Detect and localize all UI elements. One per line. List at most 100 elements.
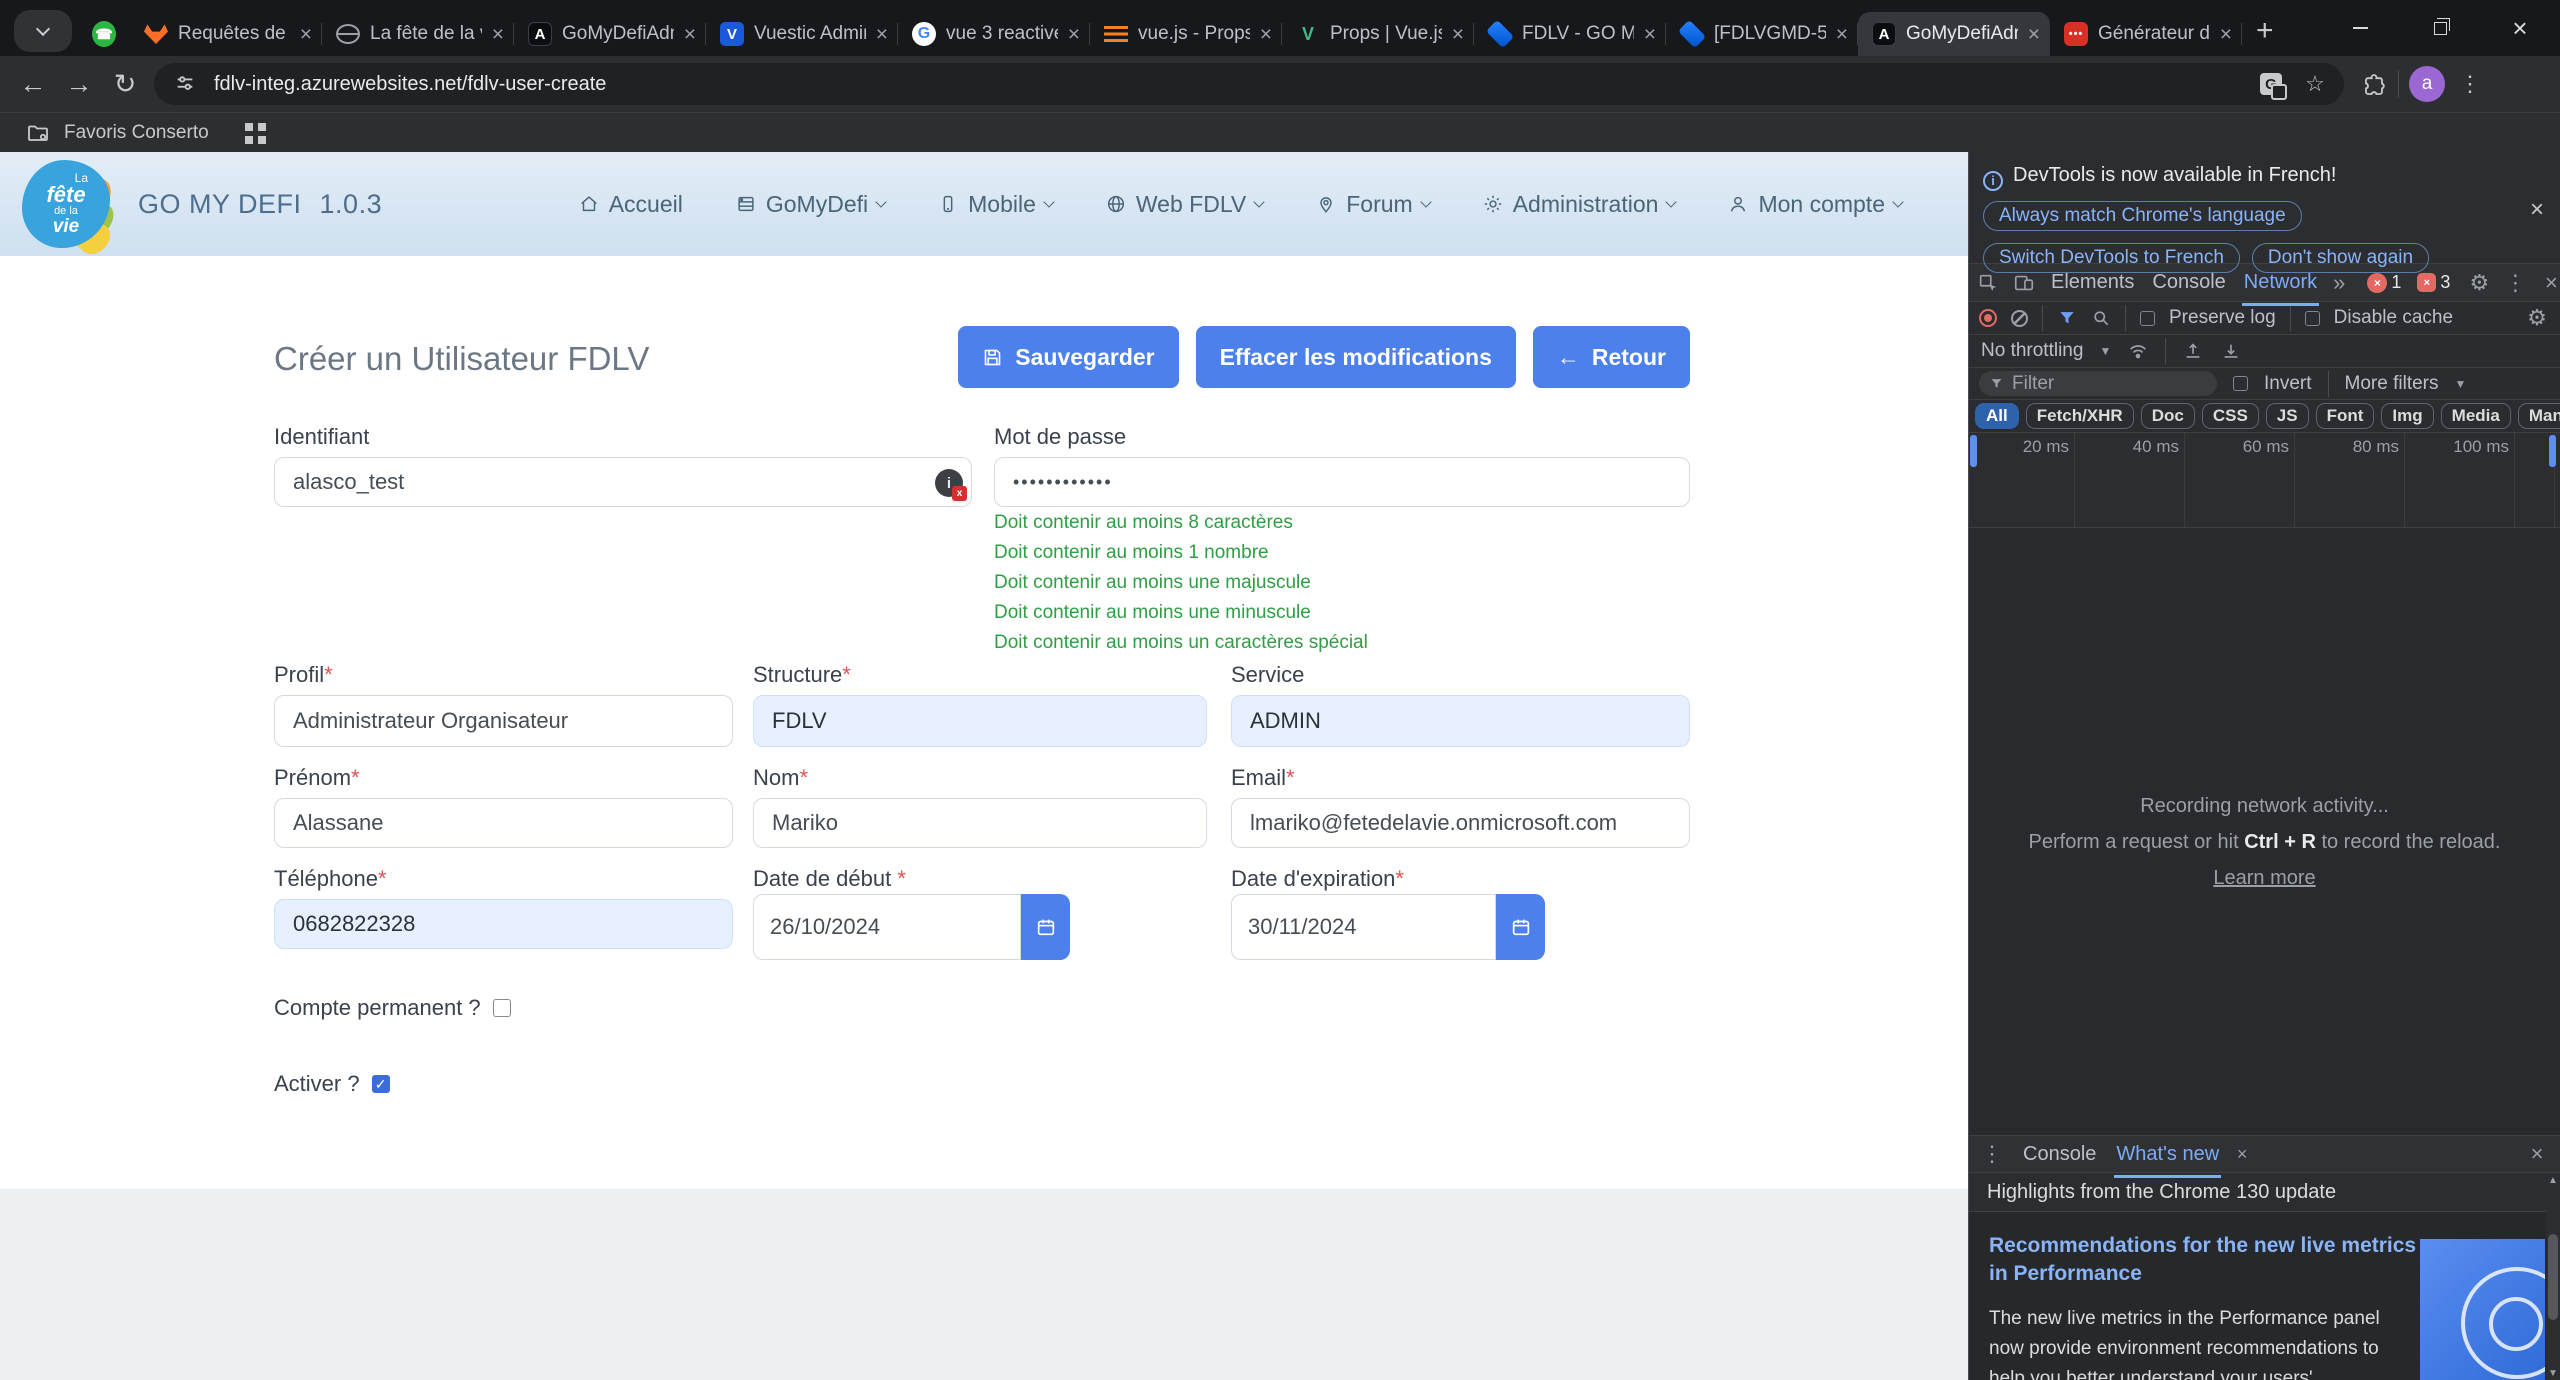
site-settings-icon[interactable] [170, 69, 200, 99]
preserve-log-checkbox[interactable] [2140, 310, 2155, 326]
close-window-button[interactable]: × [2480, 0, 2560, 56]
chip-doc[interactable]: Doc [2140, 403, 2195, 429]
invert-label[interactable]: Invert [2264, 373, 2312, 395]
browser-tab[interactable]: FDLV - GO My D × [1474, 12, 1666, 56]
forward-button[interactable]: → [56, 61, 102, 107]
clear-network-icon[interactable] [2011, 309, 2028, 327]
bookmark-folder-icon[interactable] [26, 121, 50, 145]
browser-tab[interactable]: La fête de la vie × [322, 12, 514, 56]
network-conditions-icon[interactable] [2127, 340, 2149, 362]
chip-js[interactable]: JS [2265, 403, 2309, 429]
invert-checkbox[interactable] [2233, 376, 2248, 391]
chip-img[interactable]: Img [2381, 403, 2434, 429]
tab-close-icon[interactable]: × [2220, 24, 2232, 45]
activer-checkbox[interactable]: ✓ [371, 1075, 390, 1093]
nav-item-accueil[interactable]: Accueil [578, 191, 683, 218]
back-button[interactable]: ← [10, 61, 56, 107]
tab-close-icon[interactable]: × [684, 24, 696, 45]
chip-css[interactable]: CSS [2201, 403, 2259, 429]
inspect-element-icon[interactable] [1977, 270, 1999, 296]
date-expiration-input[interactable]: 30/11/2024 [1231, 894, 1496, 960]
tab-close-icon[interactable]: × [1836, 24, 1848, 45]
export-har-icon[interactable] [2220, 340, 2242, 362]
restore-button[interactable] [2400, 0, 2480, 56]
new-tab-button[interactable]: + [2256, 14, 2274, 48]
overview-left-handle[interactable] [1970, 435, 1977, 467]
clear-button[interactable]: Effacer les modifications [1195, 326, 1516, 388]
telephone-input[interactable]: 0682822328 [274, 899, 733, 949]
preserve-log-label[interactable]: Preserve log [2169, 307, 2276, 329]
drawer-tab-whats-new[interactable]: What's new [2114, 1138, 2221, 1178]
bookmark-folder-label[interactable]: Favoris Conserto [64, 122, 209, 144]
browser-menu-icon[interactable]: ⋮ [2455, 69, 2485, 99]
nav-item-mobile[interactable]: Mobile [937, 191, 1055, 218]
disable-cache-label[interactable]: Disable cache [2334, 307, 2453, 329]
minimize-button[interactable] [2320, 0, 2400, 56]
reload-button[interactable]: ↻ [102, 61, 148, 107]
scroll-up-icon[interactable]: ▲ [2548, 1175, 2558, 1186]
network-settings-icon[interactable]: ⚙ [2524, 305, 2550, 331]
error-badge[interactable]: × 1 [2367, 272, 2403, 293]
extensions-puzzle-icon[interactable] [2358, 69, 2388, 99]
nav-item-administration[interactable]: Administration [1482, 191, 1678, 218]
browser-tab[interactable]: Gvue 3 reactive pr × [898, 12, 1090, 56]
tab-close-icon[interactable]: × [1644, 24, 1656, 45]
pinned-tab-whatsapp[interactable]: ☎ [78, 12, 130, 56]
nav-item-mon-compte[interactable]: Mon compte [1727, 191, 1904, 218]
drawer-tab-close-icon[interactable]: × [2229, 1141, 2255, 1167]
disable-cache-checkbox[interactable] [2304, 310, 2320, 326]
devtools-settings-icon[interactable]: ⚙ [2466, 270, 2492, 296]
scrollbar-thumb[interactable] [2548, 1234, 2558, 1320]
more-tabs-icon[interactable]: » [2333, 270, 2345, 296]
apps-grid-icon[interactable] [244, 123, 253, 131]
nav-item-gomydefi[interactable]: GoMyDefi [735, 191, 887, 218]
browser-tab[interactable]: V Vuestic Admin × [706, 12, 898, 56]
tab-search-button[interactable] [14, 10, 72, 52]
chip-media[interactable]: Media [2440, 403, 2511, 429]
match-language-button[interactable]: Always match Chrome's language [1983, 200, 2302, 231]
drawer-scrollbar[interactable]: ▲ ▼ [2546, 1173, 2560, 1380]
date-debut-calendar-button[interactable] [1021, 894, 1070, 960]
nom-input[interactable]: Mariko [753, 798, 1207, 848]
tab-close-icon[interactable]: × [876, 24, 888, 45]
tab-network[interactable]: Network [2241, 266, 2320, 306]
identifiant-input[interactable]: alasco_test i [274, 457, 972, 507]
infobar-close-icon[interactable]: × [2530, 196, 2544, 224]
import-har-icon[interactable] [2182, 340, 2204, 362]
tab-close-icon[interactable]: × [1260, 24, 1272, 45]
throttling-select[interactable]: No throttling [1981, 340, 2083, 362]
chip-all[interactable]: All [1975, 403, 2019, 429]
bookmark-star-icon[interactable]: ☆ [2300, 69, 2330, 99]
url-text[interactable]: fdlv-integ.azurewebsites.net/fdlv-user-c… [214, 73, 2242, 96]
browser-tab[interactable]: [FDLVGMD-552] × [1666, 12, 1858, 56]
browser-tab[interactable]: A GoMyDefiAdmin × [514, 12, 706, 56]
date-expiration-calendar-button[interactable] [1496, 894, 1545, 960]
nav-item-forum[interactable]: Forum [1315, 191, 1432, 218]
prenom-input[interactable]: Alassane [274, 798, 733, 848]
browser-tab[interactable]: Requêtes de fusi × [130, 12, 322, 56]
nav-item-web-fdlv[interactable]: Web FDLV [1105, 191, 1265, 218]
save-button[interactable]: Sauvegarder [958, 326, 1179, 388]
compte-permanent-checkbox[interactable] [492, 999, 511, 1017]
profil-input[interactable]: Administrateur Organisateur [274, 695, 733, 747]
browser-tab[interactable]: ••• Générateur de m × [2050, 12, 2242, 56]
network-overview-timeline[interactable]: 20 ms 40 ms 60 ms 80 ms 100 ms [1969, 433, 2560, 528]
tab-close-icon[interactable]: × [492, 24, 504, 45]
devtools-menu-icon[interactable]: ⋮ [2502, 270, 2528, 296]
device-toolbar-icon[interactable] [2013, 270, 2035, 296]
overview-right-handle[interactable] [2549, 435, 2556, 467]
browser-tab[interactable]: V Props | Vue.js × [1282, 12, 1474, 56]
tab-close-icon[interactable]: × [2028, 24, 2040, 45]
issues-badge[interactable]: × 3 [2417, 272, 2452, 293]
structure-input[interactable]: FDLV [753, 695, 1207, 747]
input-extension-icon[interactable]: i [935, 469, 967, 501]
scroll-down-icon[interactable]: ▼ [2548, 1368, 2558, 1379]
chip-fetch-xhr[interactable]: Fetch/XHR [2025, 403, 2134, 429]
browser-tab[interactable]: vue.js - Props g × [1090, 12, 1282, 56]
filter-funnel-icon[interactable] [2057, 308, 2077, 328]
profile-avatar[interactable]: a [2409, 66, 2445, 102]
tab-elements[interactable]: Elements [2049, 266, 2136, 299]
drawer-close-icon[interactable]: × [2524, 1141, 2550, 1167]
drawer-menu-icon[interactable]: ⋮ [1979, 1141, 2005, 1167]
tab-close-icon[interactable]: × [300, 24, 312, 45]
